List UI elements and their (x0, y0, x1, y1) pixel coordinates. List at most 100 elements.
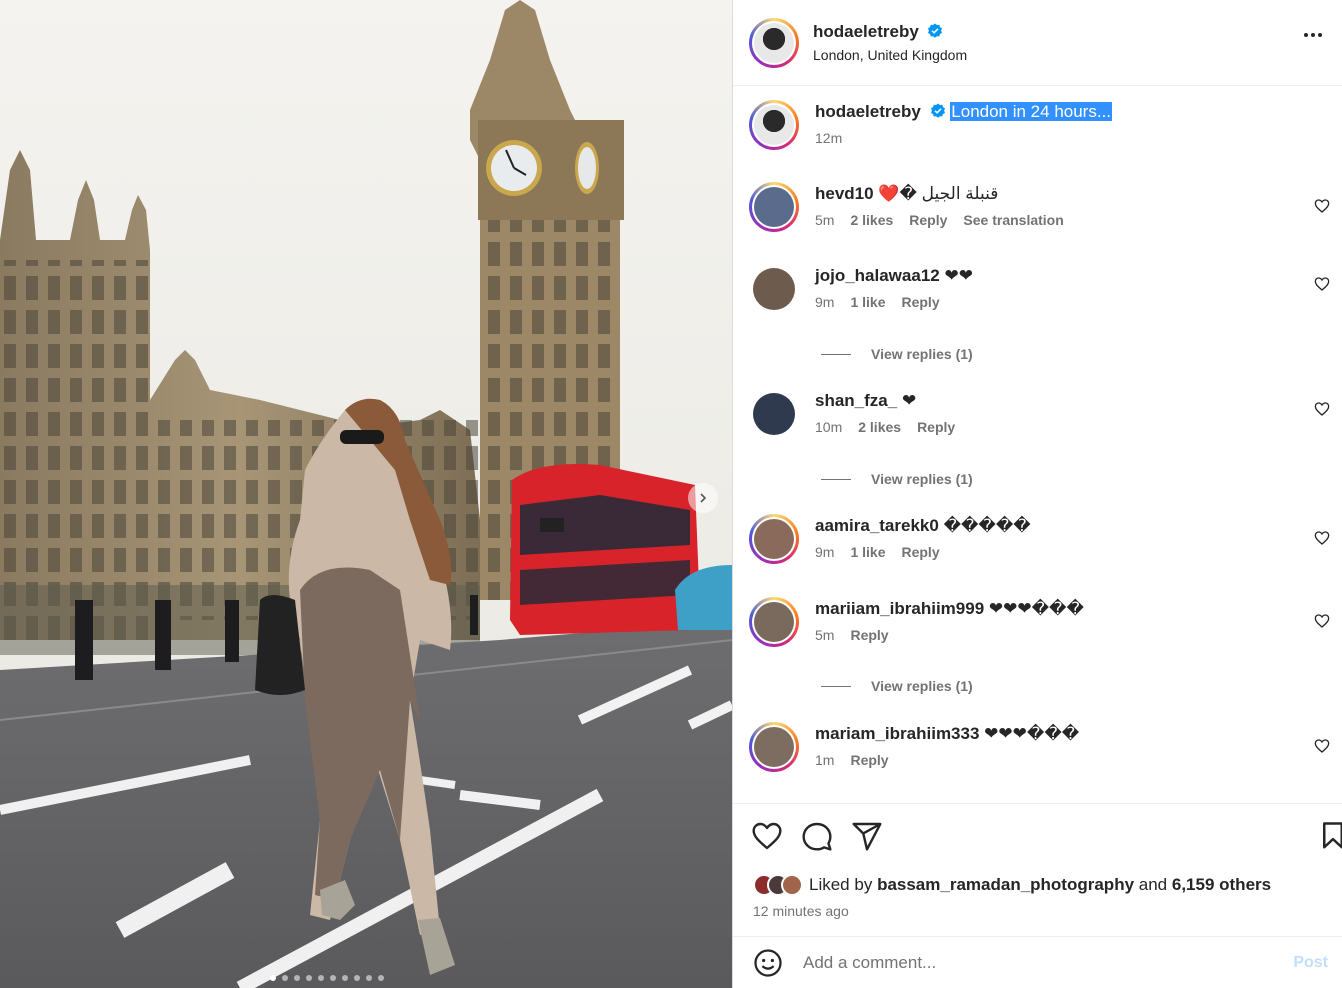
post-details-panel: hodaeletreby London, United Kingdom hoda… (732, 0, 1342, 988)
commenter-avatar[interactable] (749, 514, 799, 564)
caption-avatar[interactable] (749, 100, 799, 150)
comment-username[interactable]: jojo_halawaa12 (815, 266, 940, 285)
comment-username[interactable]: shan_fza_ (815, 391, 897, 410)
comment-text: ❤️� قنبلة الجيل (878, 184, 999, 203)
comment-text: ❤ (901, 391, 917, 410)
comment-time: 9m (815, 294, 835, 310)
replies-divider (821, 353, 851, 355)
comment-reply-button[interactable]: Reply (917, 419, 955, 435)
carousel-dot (354, 975, 360, 981)
comment-likes[interactable]: 1 like (850, 544, 885, 560)
view-replies-label: View replies (1) (871, 471, 973, 487)
comment-like-heart-icon[interactable] (1314, 738, 1330, 759)
view-replies-label: View replies (1) (871, 678, 973, 694)
comment-item: mariam_ibrahiim333 ❤❤❤��� 1m Reply (749, 722, 1342, 772)
comment-username[interactable]: mariam_ibrahiim333 (815, 724, 979, 743)
comment-time: 5m (815, 627, 835, 643)
post-photo (0, 0, 732, 988)
view-replies-button[interactable]: View replies (1) (821, 346, 973, 362)
comment-like-heart-icon[interactable] (1314, 530, 1330, 551)
heart-icon[interactable] (751, 820, 783, 852)
liker-avatars (753, 874, 805, 896)
comment-likes[interactable]: 2 likes (858, 419, 901, 435)
carousel-dot (342, 975, 348, 981)
post-time-ago[interactable]: 12 minutes ago (753, 903, 849, 919)
comment-reply-button[interactable]: Reply (850, 752, 888, 768)
comment-reply-button[interactable]: Reply (901, 544, 939, 560)
comment-text: ❤❤❤��� (988, 599, 1084, 618)
comment-reply-button[interactable]: Reply (901, 294, 939, 310)
comment-username[interactable]: hevd10 (815, 184, 874, 203)
comment-bubble-icon[interactable] (801, 820, 833, 852)
comment-reply-button[interactable]: Reply (850, 627, 888, 643)
post-location[interactable]: London, United Kingdom (813, 47, 967, 63)
post-comment-button[interactable]: Post (1293, 954, 1328, 972)
view-replies-button[interactable]: View replies (1) (821, 471, 973, 487)
comment-like-heart-icon[interactable] (1314, 276, 1330, 297)
bookmark-icon[interactable] (1318, 820, 1342, 852)
see-translation-button[interactable]: See translation (963, 212, 1063, 228)
add-comment-bar: Post (733, 936, 1342, 988)
carousel-indicator (270, 975, 384, 981)
comment-item: shan_fza_ ❤ 10m 2 likes Reply (749, 389, 1342, 435)
emoji-icon[interactable] (753, 948, 783, 978)
chevron-right-icon (700, 493, 707, 503)
view-replies-label: View replies (1) (871, 346, 973, 362)
caption-username[interactable]: hodaeletreby (815, 102, 921, 121)
comment-likes[interactable]: 1 like (850, 294, 885, 310)
comment-item: jojo_halawaa12 ❤❤ 9m 1 like Reply (749, 264, 1342, 310)
commenter-avatar[interactable] (753, 268, 795, 310)
more-dots-icon (1304, 33, 1308, 37)
carousel-dot (318, 975, 324, 981)
comment-time: 9m (815, 544, 835, 560)
comment-reply-button[interactable]: Reply (909, 212, 947, 228)
caption-time: 12m (815, 130, 843, 146)
comment-like-heart-icon[interactable] (1314, 613, 1330, 634)
more-options-button[interactable] (1304, 33, 1322, 37)
commenter-avatar[interactable] (749, 722, 799, 772)
carousel-dot (330, 975, 336, 981)
commenter-avatar[interactable] (749, 597, 799, 647)
likes-count[interactable]: 6,159 others (1172, 875, 1271, 895)
post-actions: Liked by bassam_ramadan_photography and … (733, 803, 1342, 936)
comment-time: 1m (815, 752, 835, 768)
next-image-button[interactable] (688, 483, 718, 513)
comment-item: mariiam_ibrahiim999 ❤❤❤��� 5m Reply (749, 597, 1342, 647)
author-avatar[interactable] (749, 17, 799, 68)
carousel-dot (270, 975, 276, 981)
comment-input[interactable] (803, 952, 1243, 973)
comment-text: ����� (943, 516, 1031, 535)
carousel-dot (378, 975, 384, 981)
comment-time: 5m (815, 212, 835, 228)
comment-time: 10m (815, 419, 843, 435)
comment-like-heart-icon[interactable] (1314, 401, 1330, 422)
comment-likes[interactable]: 2 likes (850, 212, 893, 228)
carousel-dot (294, 975, 300, 981)
view-replies-button[interactable]: View replies (1) (821, 678, 973, 694)
carousel-dot (282, 975, 288, 981)
replies-divider (821, 478, 851, 480)
comment-username[interactable]: aamira_tarekk0 (815, 516, 939, 535)
caption-text: London in 24 hours... (950, 102, 1113, 121)
liked-by-prefix: Liked by (809, 875, 873, 894)
comment-item: aamira_tarekk0 ����� 9m 1 like Reply (749, 514, 1342, 564)
comment-like-heart-icon[interactable] (1314, 198, 1330, 219)
commenter-avatar[interactable] (753, 393, 795, 435)
comment-text: ❤❤ (944, 266, 973, 285)
comment-text: ❤❤❤��� (984, 724, 1080, 743)
post-header: hodaeletreby London, United Kingdom (733, 0, 1342, 86)
comment-username[interactable]: mariiam_ibrahiim999 (815, 599, 984, 618)
carousel-dot (366, 975, 372, 981)
verified-badge-icon (930, 103, 945, 118)
author-username[interactable]: hodaeletreby (813, 22, 919, 41)
liker-username[interactable]: bassam_ramadan_photography (877, 875, 1134, 895)
liked-by-and: and (1138, 875, 1168, 894)
commenter-avatar[interactable] (749, 182, 799, 232)
paper-plane-icon[interactable] (851, 820, 883, 852)
likes-summary: Liked by bassam_ramadan_photography and … (753, 874, 1271, 896)
carousel-dot (306, 975, 312, 981)
comment-item: hevd10 ❤️� قنبلة الجيل 5m 2 likes Reply See … (749, 182, 1342, 232)
london-photo (0, 0, 732, 988)
verified-badge-icon (928, 23, 943, 38)
comments-list: hodaeletreby London in 24 hours... 12m h… (733, 86, 1342, 803)
